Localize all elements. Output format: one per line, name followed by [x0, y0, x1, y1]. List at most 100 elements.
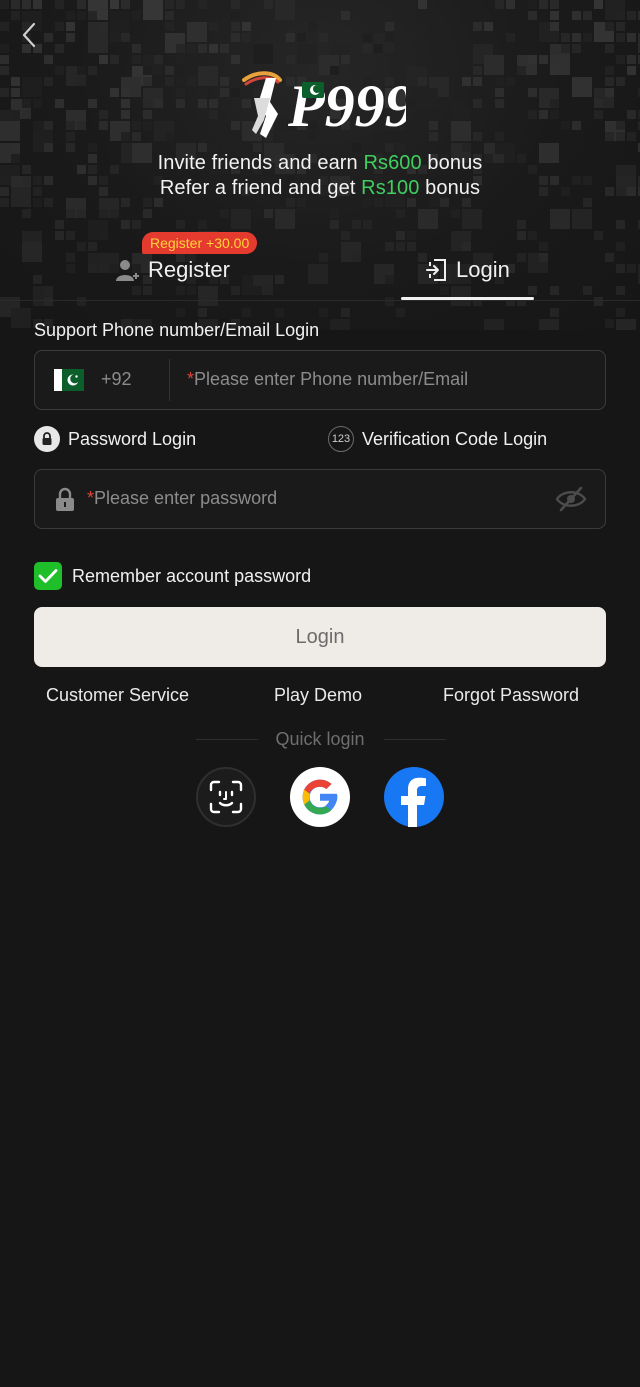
pattern-tile	[132, 220, 141, 229]
pattern-tile	[121, 33, 130, 42]
pattern-tile	[198, 88, 207, 97]
pattern-tile	[11, 110, 20, 119]
pattern-tile	[143, 209, 152, 218]
pattern-tile	[385, 143, 394, 152]
pattern-tile	[198, 143, 207, 152]
promo-text: bonus	[419, 177, 481, 199]
pattern-tile	[550, 308, 559, 317]
pattern-tile	[462, 77, 471, 86]
pattern-tile	[77, 66, 86, 75]
pattern-tile	[286, 33, 295, 42]
verification-code-login-option[interactable]: 123 Verification Code Login	[328, 426, 547, 452]
pattern-tile	[55, 99, 64, 108]
password-field[interactable]: *Please enter password	[34, 469, 606, 529]
pattern-tile	[517, 66, 526, 75]
country-code-selector[interactable]: +92	[101, 369, 132, 390]
pattern-tile	[275, 308, 284, 317]
pattern-tile	[583, 11, 592, 20]
promo-text: Invite friends and earn	[157, 152, 364, 174]
google-login-button[interactable]	[290, 767, 350, 827]
pattern-tile	[473, 66, 482, 75]
pattern-tile	[242, 308, 251, 317]
pattern-tile	[330, 319, 350, 330]
customer-service-link[interactable]: Customer Service	[46, 685, 189, 706]
pattern-tile	[627, 132, 636, 141]
pattern-tile	[407, 99, 416, 108]
pattern-tile	[0, 66, 9, 75]
tab-register[interactable]: Register	[114, 252, 230, 288]
pattern-tile	[55, 44, 64, 53]
pattern-tile	[341, 55, 350, 64]
quick-login-label: Quick login	[275, 729, 365, 749]
checkbox-checked-icon[interactable]	[34, 562, 62, 590]
pattern-tile	[176, 99, 185, 108]
pattern-tile	[242, 22, 251, 31]
pattern-tile	[0, 121, 20, 141]
pattern-tile	[198, 0, 207, 9]
pattern-tile	[484, 22, 493, 31]
pattern-tile	[605, 44, 614, 53]
password-input[interactable]: *Please enter password	[87, 488, 277, 509]
eye-hidden-icon[interactable]	[555, 486, 587, 512]
pattern-tile	[429, 132, 438, 141]
pattern-tile	[110, 88, 119, 97]
pattern-tile	[176, 0, 185, 9]
auth-tabs: Register +30.00 Register Login	[0, 230, 640, 302]
forgot-password-link[interactable]: Forgot Password	[443, 685, 579, 706]
pattern-tile	[528, 88, 537, 97]
phone-email-field[interactable]: +92 *Please enter Phone number/Email	[34, 350, 606, 410]
register-bonus-badge: Register +30.00	[142, 232, 258, 254]
pattern-tile	[583, 33, 592, 42]
pattern-tile	[77, 77, 86, 86]
pattern-tile	[627, 66, 636, 75]
pattern-tile	[484, 319, 504, 330]
facebook-login-button[interactable]	[384, 767, 444, 827]
chevron-left-icon	[22, 22, 36, 48]
login-door-icon	[426, 259, 446, 281]
pattern-tile	[341, 11, 350, 20]
remember-password-checkbox[interactable]: Remember account password	[34, 562, 311, 590]
play-demo-link[interactable]: Play Demo	[274, 685, 362, 706]
pattern-tile	[253, 143, 262, 152]
pattern-tile	[198, 66, 218, 86]
pattern-tile	[616, 308, 625, 317]
pattern-tile	[539, 55, 548, 64]
phone-email-input[interactable]: *Please enter Phone number/Email	[187, 369, 468, 390]
pattern-tile	[627, 11, 636, 20]
pattern-tile	[143, 0, 163, 20]
password-login-label: Password Login	[68, 428, 197, 449]
pattern-tile	[0, 55, 9, 64]
pattern-tile	[209, 22, 218, 31]
required-mark: *	[187, 369, 195, 389]
pattern-tile	[297, 44, 317, 64]
pattern-tile	[55, 22, 64, 31]
pattern-tile	[143, 121, 152, 130]
pattern-tile	[605, 319, 614, 328]
face-id-login-button[interactable]	[196, 767, 256, 827]
pattern-tile	[209, 143, 218, 152]
pattern-tile	[495, 99, 504, 108]
pattern-tile	[231, 209, 251, 229]
pattern-tile	[605, 66, 614, 75]
pattern-tile	[110, 0, 119, 9]
pattern-tile	[0, 44, 9, 53]
tab-login[interactable]: Login	[424, 252, 510, 288]
pattern-tile	[121, 99, 130, 108]
pattern-tile	[561, 44, 570, 53]
brand-logo: P999	[236, 68, 415, 140]
pattern-tile	[110, 33, 119, 42]
pattern-tile	[121, 88, 130, 97]
password-login-option[interactable]: Password Login	[34, 426, 196, 452]
pattern-tile	[176, 77, 185, 86]
pattern-tile	[231, 0, 240, 9]
pattern-tile	[561, 33, 570, 42]
pattern-tile	[385, 22, 394, 31]
back-button[interactable]	[14, 18, 44, 52]
pattern-tile	[473, 99, 482, 108]
pattern-tile	[528, 11, 537, 20]
pattern-tile	[66, 209, 75, 218]
pattern-tile	[121, 132, 130, 141]
login-button[interactable]: Login	[34, 607, 606, 667]
pattern-tile	[198, 220, 207, 229]
required-mark: *	[87, 488, 95, 508]
